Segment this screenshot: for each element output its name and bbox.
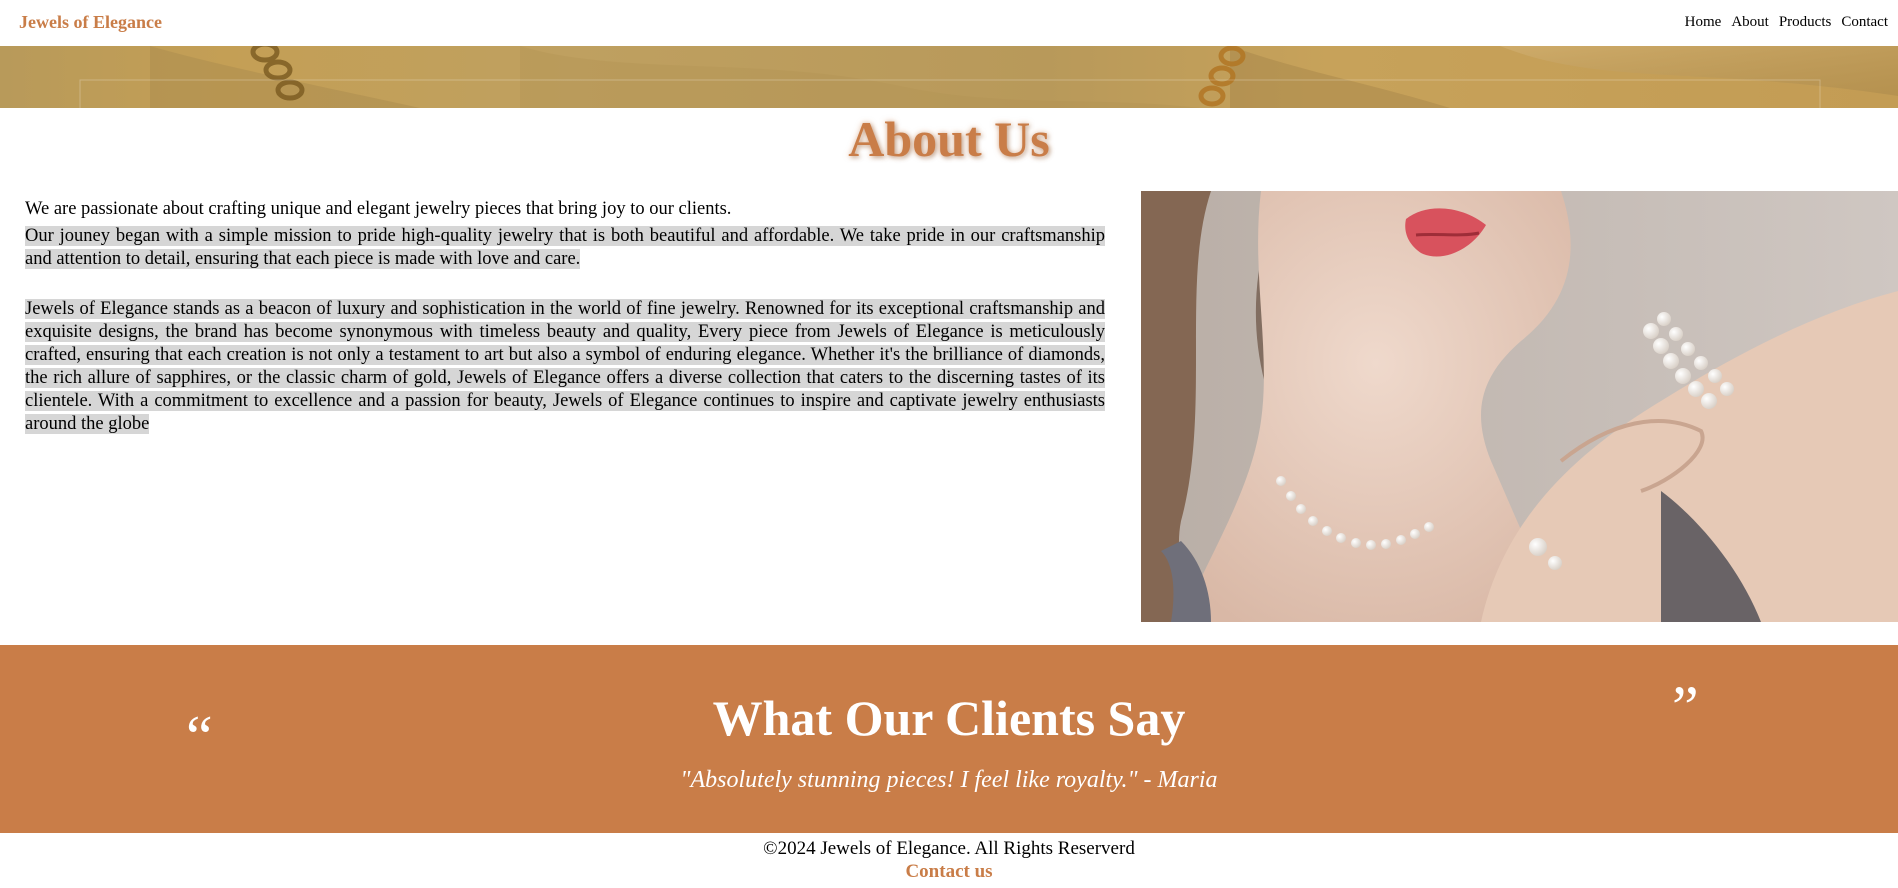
hero-banner-image bbox=[79, 46, 1898, 108]
site-header: Jewels of Elegance Home About Products C… bbox=[0, 0, 1898, 46]
site-footer: ©2024 Jewels of Elegance. All Rights Res… bbox=[0, 838, 1898, 883]
about-title: About Us bbox=[848, 111, 1050, 167]
nav-home-link[interactable]: Home bbox=[1685, 14, 1722, 31]
about-journey: Our jouney began with a simple mission t… bbox=[25, 226, 1105, 269]
brand-logo[interactable]: Jewels of Elegance bbox=[19, 12, 162, 33]
about-description: Jewels of Elegance stands as a beacon of… bbox=[25, 299, 1105, 434]
main-nav: Home About Products Contact bbox=[1685, 14, 1898, 31]
about-intro: We are passionate about crafting unique … bbox=[25, 199, 732, 219]
testimonial-quote: "Absolutely stunning pieces! I feel like… bbox=[680, 767, 1218, 793]
copyright-text: ©2024 Jewels of Elegance. All Rights Res… bbox=[763, 838, 1135, 859]
nav-contact-link[interactable]: Contact bbox=[1841, 14, 1888, 31]
testimonials-title: What Our Clients Say bbox=[712, 690, 1186, 746]
contact-us-link[interactable]: Contact us bbox=[905, 861, 992, 883]
nav-products-link[interactable]: Products bbox=[1779, 14, 1832, 31]
testimonials-section: “ ” What Our Clients Say "Absolutely stu… bbox=[0, 645, 1898, 833]
nav-about-link[interactable]: About bbox=[1731, 14, 1769, 31]
about-text-section: We are passionate about crafting unique … bbox=[25, 198, 1105, 440]
hero-banner bbox=[0, 46, 1898, 108]
jewelry-model-photo bbox=[1141, 191, 1898, 622]
